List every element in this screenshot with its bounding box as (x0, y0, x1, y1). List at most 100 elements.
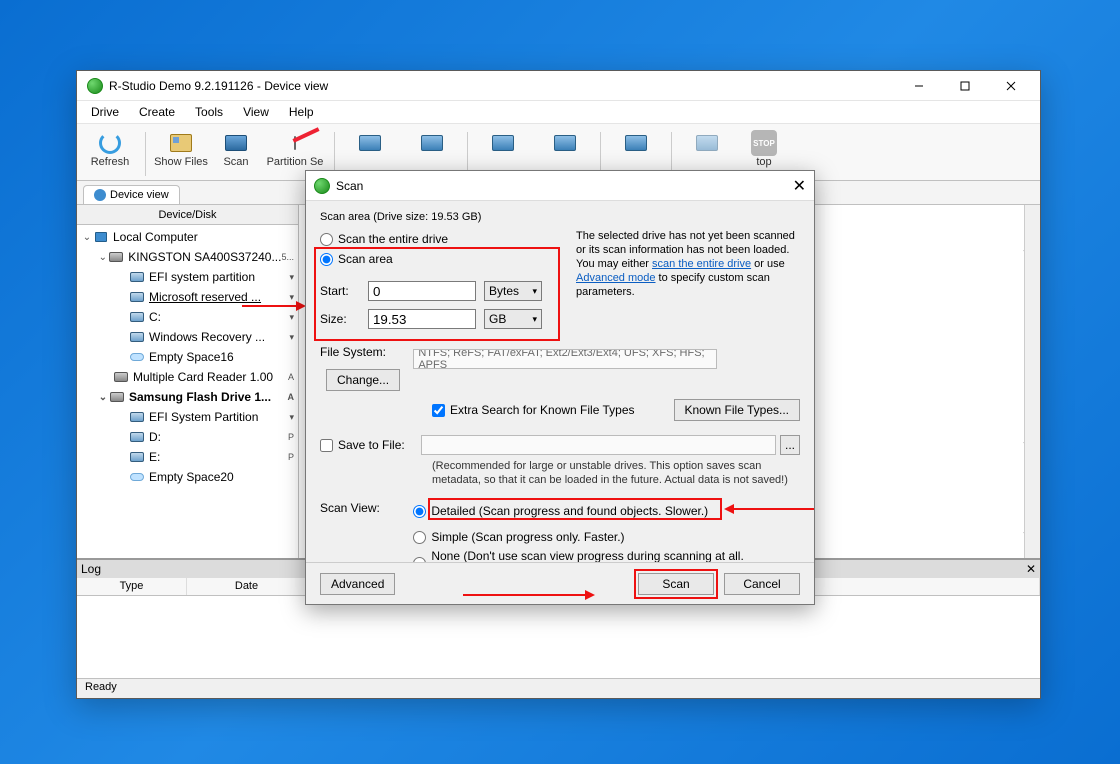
menu-view[interactable]: View (235, 103, 277, 121)
save-path-input[interactable] (421, 435, 776, 455)
radio-scan-area[interactable]: Scan area (320, 249, 558, 269)
log-close-icon[interactable]: ✕ (1026, 562, 1036, 576)
annotation-arrow (726, 508, 814, 510)
volume-icon (130, 292, 144, 302)
change-button[interactable]: Change... (326, 369, 400, 391)
dialog-close-button[interactable]: ✕ (793, 176, 806, 195)
toolbar-partition-label: Partition Se (267, 156, 324, 168)
volume-icon (130, 432, 144, 442)
scan-button[interactable]: Scan (638, 573, 714, 595)
link-advanced-mode[interactable]: Advanced mode (576, 272, 656, 284)
refresh-icon (99, 132, 121, 154)
toolbar-raid[interactable] (538, 128, 592, 168)
save-to-file-checkbox[interactable] (320, 439, 333, 452)
node-empty-20[interactable]: Empty Space20 (149, 470, 234, 484)
node-efi-system[interactable]: EFI system partition (149, 270, 255, 284)
app-icon (87, 78, 103, 94)
empty-space-icon (130, 353, 144, 361)
cancel-button[interactable]: Cancel (724, 573, 800, 595)
close-button[interactable] (988, 71, 1034, 101)
volume-icon (130, 452, 144, 462)
log-col-date[interactable]: Date (187, 578, 307, 595)
node-microsoft-reserved[interactable]: Microsoft reserved ... (149, 290, 261, 304)
maximize-button[interactable] (942, 71, 988, 101)
computer-icon (95, 232, 107, 242)
node-card-reader[interactable]: Multiple Card Reader 1.00 (133, 370, 273, 384)
start-unit-combo[interactable]: Bytes (484, 281, 542, 301)
properties-scrollbar[interactable] (1024, 205, 1040, 558)
size-unit-combo[interactable]: GB (484, 309, 542, 329)
scan-icon (225, 135, 247, 151)
toolbar-scan[interactable]: Scan (216, 128, 256, 168)
node-windows-recovery[interactable]: Windows Recovery ... (149, 330, 265, 344)
node-local-computer[interactable]: Local Computer (113, 230, 198, 244)
radio-view-detailed[interactable]: Detailed (Scan progress and found object… (413, 501, 793, 521)
volume-icon (130, 312, 144, 322)
toolbar-create-image[interactable] (343, 128, 397, 168)
node-empty-16[interactable]: Empty Space16 (149, 350, 234, 364)
extra-search-checkbox[interactable] (432, 404, 445, 417)
browse-button[interactable]: ... (780, 435, 800, 455)
save-note: (Recommended for large or unstable drive… (432, 459, 812, 487)
known-file-types-button[interactable]: Known File Types... (674, 399, 801, 421)
show-files-icon (170, 134, 192, 152)
menu-tools[interactable]: Tools (187, 103, 231, 121)
link-scan-entire[interactable]: scan the entire drive (652, 258, 751, 270)
tree-header: Device/Disk (77, 205, 298, 225)
raid-icon (554, 135, 576, 151)
toolbar-create-region[interactable] (476, 128, 530, 168)
device-tree[interactable]: ⌄Local Computer ⌄KINGSTON SA400S37240...… (77, 225, 298, 558)
toolbar-scan-label: Scan (223, 156, 248, 168)
node-drive-d[interactable]: D: (149, 430, 161, 444)
tab-device-view[interactable]: Device view (83, 185, 180, 204)
radio-view-none[interactable]: None (Don't use scan view progress durin… (413, 553, 793, 562)
start-input[interactable] (368, 281, 476, 301)
toolbar-show-files-label: Show Files (154, 156, 208, 168)
statusbar: Ready (77, 678, 1040, 698)
toolbar-refresh-label: Refresh (91, 156, 130, 168)
toolbar-stop-label: top (756, 156, 771, 168)
toolbar-stop[interactable]: STOP top (742, 128, 786, 168)
dialog-app-icon (314, 178, 330, 194)
tree-panel: Device/Disk ⌄Local Computer ⌄KINGSTON SA… (77, 205, 299, 558)
network-icon (625, 135, 647, 151)
log-body (77, 596, 1040, 678)
node-samsung-flash[interactable]: Samsung Flash Drive 1... (129, 390, 271, 404)
filesystem-list: NTFS; ReFS; FAT/exFAT; Ext2/Ext3/Ext4; U… (413, 349, 717, 369)
toolbar-refresh[interactable]: Refresh (83, 128, 137, 168)
size-label: Size: (320, 312, 360, 326)
disk-icon (114, 372, 128, 382)
log-title: Log (81, 562, 101, 576)
partition-search-icon (294, 137, 296, 149)
start-label: Start: (320, 284, 360, 298)
menu-create[interactable]: Create (131, 103, 183, 121)
toolbar-remove[interactable] (680, 128, 734, 168)
toolbar-partition-search[interactable]: Partition Se (264, 128, 326, 168)
radio-scan-entire[interactable]: Scan the entire drive (320, 229, 558, 249)
minimize-button[interactable] (896, 71, 942, 101)
toolbar-connect[interactable] (609, 128, 663, 168)
save-to-file-label: Save to File: (338, 438, 405, 452)
log-col-type[interactable]: Type (77, 578, 187, 595)
stop-icon: STOP (751, 130, 777, 156)
menu-drive[interactable]: Drive (83, 103, 127, 121)
advanced-button[interactable]: Advanced (320, 573, 395, 595)
radio-view-simple[interactable]: Simple (Scan progress only. Faster.) (413, 527, 793, 547)
scan-info-text: The selected drive has not yet been scan… (576, 229, 800, 331)
menu-help[interactable]: Help (281, 103, 322, 121)
toolbar-show-files[interactable]: Show Files (154, 128, 208, 168)
drive-icon (696, 135, 718, 151)
toolbar-open-image[interactable] (405, 128, 459, 168)
size-input[interactable] (368, 309, 476, 329)
dialog-titlebar: Scan ✕ (306, 171, 814, 201)
filesystem-label: File System: (320, 345, 410, 359)
disk-icon (110, 392, 124, 402)
node-drive-c[interactable]: C: (149, 310, 161, 324)
annotation-arrow (242, 305, 304, 307)
node-drive-e[interactable]: E: (149, 450, 160, 464)
node-efi-system-2[interactable]: EFI System Partition (149, 410, 258, 424)
drive-icon (492, 135, 514, 151)
node-kingston[interactable]: KINGSTON SA400S37240... (128, 250, 281, 264)
menubar: Drive Create Tools View Help (77, 101, 1040, 123)
empty-space-icon (130, 473, 144, 481)
